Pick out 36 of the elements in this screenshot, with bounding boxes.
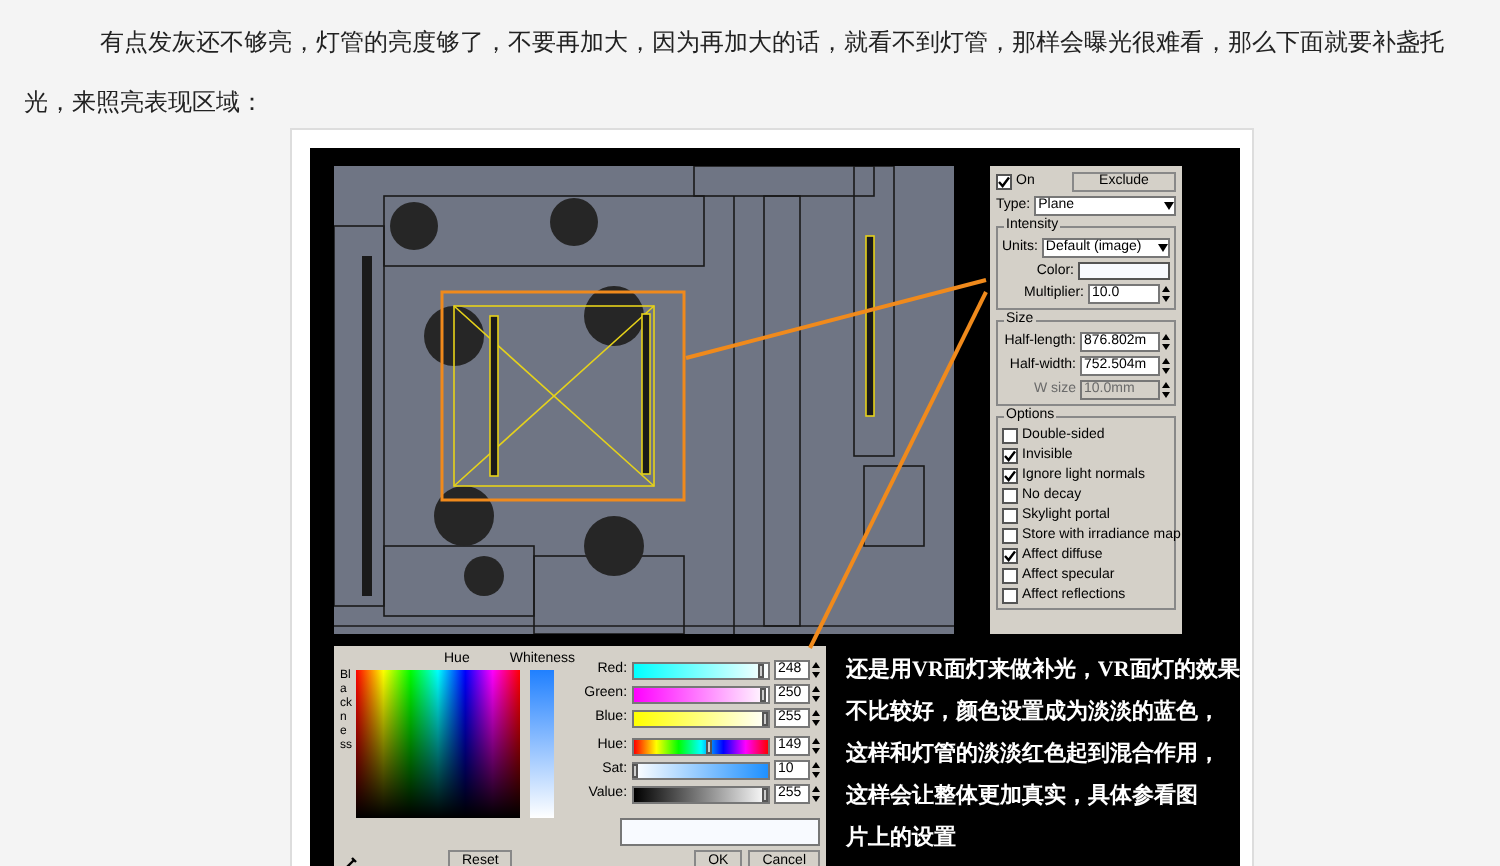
color-slider-track[interactable] — [631, 737, 770, 755]
color-slider-track[interactable] — [631, 661, 770, 679]
slider-thumb[interactable] — [759, 687, 766, 701]
checkbox[interactable] — [1002, 448, 1018, 464]
slider-thumb[interactable] — [762, 787, 768, 801]
dropdown-arrow-icon — [1158, 244, 1168, 252]
caption-line: 片上的设置 — [846, 823, 958, 854]
checkbox[interactable] — [996, 174, 1012, 190]
checkbox[interactable] — [1002, 588, 1018, 604]
checkbox[interactable] — [1002, 428, 1018, 444]
checkbox[interactable] — [1002, 488, 1018, 504]
caption-line: 这样会让整体更加真实，具体参看图 — [846, 781, 1200, 812]
checkbox[interactable] — [1002, 548, 1018, 564]
eyedropper-icon — [343, 855, 357, 866]
color-swatch[interactable] — [1078, 262, 1170, 280]
color-slider-track[interactable] — [631, 785, 770, 803]
caption-line: 还是用VR面灯来做补光，VR面灯的效果 — [846, 655, 1240, 686]
color-slider-track[interactable] — [631, 685, 770, 703]
color-slider-track[interactable] — [631, 709, 770, 727]
slider-thumb[interactable] — [705, 739, 712, 753]
dropdown-arrow-icon — [1164, 202, 1174, 210]
checkbox[interactable] — [1002, 528, 1018, 544]
caption-line: 这样和灯管的淡淡红色起到混合作用， — [846, 739, 1222, 770]
check-icon — [998, 176, 1010, 188]
slider-thumb[interactable] — [757, 663, 764, 677]
hue-gradient-square[interactable] — [356, 670, 520, 818]
check-icon — [1004, 550, 1016, 562]
slider-thumb[interactable] — [762, 711, 768, 725]
color-slider-track[interactable] — [631, 761, 770, 779]
article-paragraph: 有点发灰还不够亮，灯管的亮度够了，不要再加大，因为再加大的话，就看不到灯管，那样会曝光很难看，那么下面就要补盏托光，来照亮表现区域： — [22, 26, 1446, 120]
slider-thumb[interactable] — [632, 763, 639, 777]
checkbox[interactable] — [1002, 468, 1018, 484]
checkbox[interactable] — [1002, 508, 1018, 524]
checkbox[interactable] — [1002, 568, 1018, 584]
caption-line: 不比较好，颜色设置成为淡淡的蓝色， — [846, 697, 1222, 728]
whiteness-strip[interactable] — [530, 670, 554, 818]
